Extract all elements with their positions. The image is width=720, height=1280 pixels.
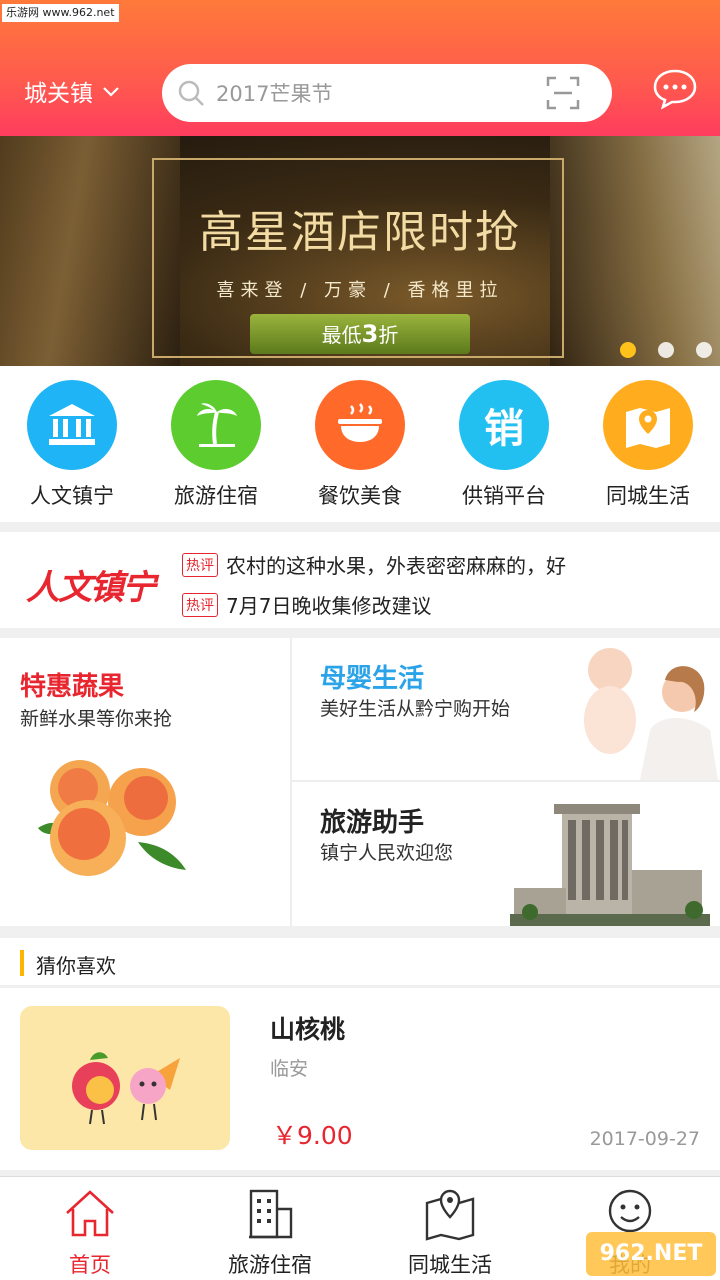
promo-section: 特惠蔬果 新鲜水果等你来抢 母婴生活 美好生活从黔宁购开始 旅游助手 镇宁人民欢… bbox=[0, 638, 720, 926]
hot-tag: 热评 bbox=[182, 552, 218, 577]
promo-subtitle: 镇宁人民欢迎您 bbox=[320, 842, 454, 864]
banner-ribbon: 最低3折 bbox=[250, 314, 470, 354]
food-bowl-icon bbox=[315, 380, 405, 470]
city-selector[interactable]: 城关镇 bbox=[24, 74, 121, 108]
banner-decor-right bbox=[550, 136, 720, 366]
sale-icon: 销 bbox=[459, 380, 549, 470]
promo-title: 母婴生活 bbox=[320, 664, 425, 694]
promo-fruit[interactable]: 特惠蔬果 新鲜水果等你来抢 bbox=[0, 638, 290, 926]
news-brand-logo: 人文镇宁 bbox=[26, 569, 156, 607]
tab-local[interactable]: 同城生活 bbox=[370, 1187, 530, 1279]
app-screen: 乐游网 www.962.net 城关镇 2017芒果节 高星酒店限时抢 喜来登 … bbox=[0, 0, 720, 1280]
promo-title: 特惠蔬果 bbox=[20, 672, 125, 702]
category-local[interactable]: 同城生活 bbox=[588, 380, 708, 510]
product-card[interactable]: 山核桃 临安 ￥9.00 2017-09-27 bbox=[0, 988, 720, 1170]
cartoon-fruit-image bbox=[72, 1052, 180, 1125]
category-sales[interactable]: 销 供销平台 bbox=[444, 380, 564, 510]
banner-title: 高星酒店限时抢 bbox=[199, 207, 521, 258]
tab-label: 首页 bbox=[69, 1253, 111, 1277]
news-ticker[interactable]: 人文镇宁 热评 农村的这种水果，外表密密麻麻的，好 热评 7月7日晚收集修改建议 bbox=[0, 532, 720, 628]
category-label: 同城生活 bbox=[606, 484, 690, 508]
category-culture[interactable]: 人文镇宁 bbox=[12, 380, 132, 510]
peach-image bbox=[38, 760, 186, 876]
section-header-guess: 猜你喜欢 bbox=[0, 938, 720, 986]
watermark-bottom: 962.NET bbox=[586, 1232, 716, 1276]
map-pin-icon bbox=[603, 380, 693, 470]
search-bar[interactable]: 2017芒果节 bbox=[162, 64, 612, 122]
promo-subtitle: 美好生活从黔宁购开始 bbox=[320, 698, 511, 720]
news-text: 7月7日晚收集修改建议 bbox=[226, 594, 432, 618]
search-placeholder: 2017芒果节 bbox=[216, 82, 333, 106]
header: 乐游网 www.962.net 城关镇 2017芒果节 bbox=[0, 0, 720, 136]
carousel-dot[interactable] bbox=[620, 342, 636, 358]
chevron-down-icon bbox=[103, 87, 119, 97]
carousel-dot[interactable] bbox=[696, 342, 712, 358]
category-label: 供销平台 bbox=[462, 484, 546, 508]
tab-travel[interactable]: 旅游住宿 bbox=[190, 1187, 350, 1279]
tab-label: 旅游住宿 bbox=[228, 1253, 312, 1277]
banner-subtitle: 喜来登 / 万豪 / 香格里拉 bbox=[216, 280, 504, 301]
scan-icon[interactable] bbox=[546, 76, 580, 110]
category-label: 人文镇宁 bbox=[30, 484, 114, 508]
product-date: 2017-09-27 bbox=[589, 1128, 700, 1150]
promo-title: 旅游助手 bbox=[320, 808, 425, 838]
carousel-dot[interactable] bbox=[658, 342, 674, 358]
home-icon bbox=[66, 1190, 114, 1237]
building-icon bbox=[249, 1189, 293, 1239]
tab-home[interactable]: 首页 bbox=[10, 1187, 170, 1279]
mother-baby-image bbox=[584, 648, 718, 780]
map-icon bbox=[425, 1189, 475, 1241]
search-icon bbox=[178, 80, 204, 106]
category-travel[interactable]: 旅游住宿 bbox=[156, 380, 276, 510]
hot-tag: 热评 bbox=[182, 592, 218, 617]
message-icon[interactable] bbox=[652, 68, 698, 110]
product-image bbox=[20, 1006, 230, 1150]
tab-label: 同城生活 bbox=[408, 1253, 492, 1277]
promo-baby[interactable]: 母婴生活 美好生活从黔宁购开始 bbox=[292, 638, 720, 780]
hotel-building-image bbox=[510, 804, 710, 926]
section-title: 猜你喜欢 bbox=[36, 954, 116, 978]
ribbon-number: 3 bbox=[361, 320, 379, 348]
product-price: ￥9.00 bbox=[272, 1121, 353, 1150]
carousel-dots bbox=[620, 342, 712, 358]
product-location: 临安 bbox=[270, 1058, 309, 1080]
ribbon-prefix: 最低 bbox=[321, 323, 362, 347]
bank-icon bbox=[27, 380, 117, 470]
promo-subtitle: 新鲜水果等你来抢 bbox=[20, 708, 173, 730]
category-food[interactable]: 餐饮美食 bbox=[300, 380, 420, 510]
news-text: 农村的这种水果，外表密密麻麻的，好 bbox=[226, 554, 566, 578]
category-label: 旅游住宿 bbox=[174, 484, 258, 508]
category-label: 餐饮美食 bbox=[318, 484, 402, 508]
watermark-top: 乐游网 www.962.net bbox=[2, 4, 119, 22]
sale-glyph: 销 bbox=[484, 406, 524, 452]
promo-banner[interactable]: 高星酒店限时抢 喜来登 / 万豪 / 香格里拉 最低3折 bbox=[0, 136, 720, 366]
city-label: 城关镇 bbox=[24, 81, 93, 107]
product-name: 山核桃 bbox=[270, 1015, 346, 1044]
palm-tree-icon bbox=[171, 380, 261, 470]
news-item[interactable]: 热评 7月7日晚收集修改建议 bbox=[182, 590, 431, 619]
ribbon-suffix: 折 bbox=[378, 323, 399, 347]
promo-travel[interactable]: 旅游助手 镇宁人民欢迎您 bbox=[292, 782, 720, 926]
section-accent-bar bbox=[20, 950, 24, 976]
category-grid: 人文镇宁 旅游住宿 餐饮美食 销 供销平台 同城生活 bbox=[0, 366, 720, 522]
news-item[interactable]: 热评 农村的这种水果，外表密密麻麻的，好 bbox=[182, 550, 566, 579]
